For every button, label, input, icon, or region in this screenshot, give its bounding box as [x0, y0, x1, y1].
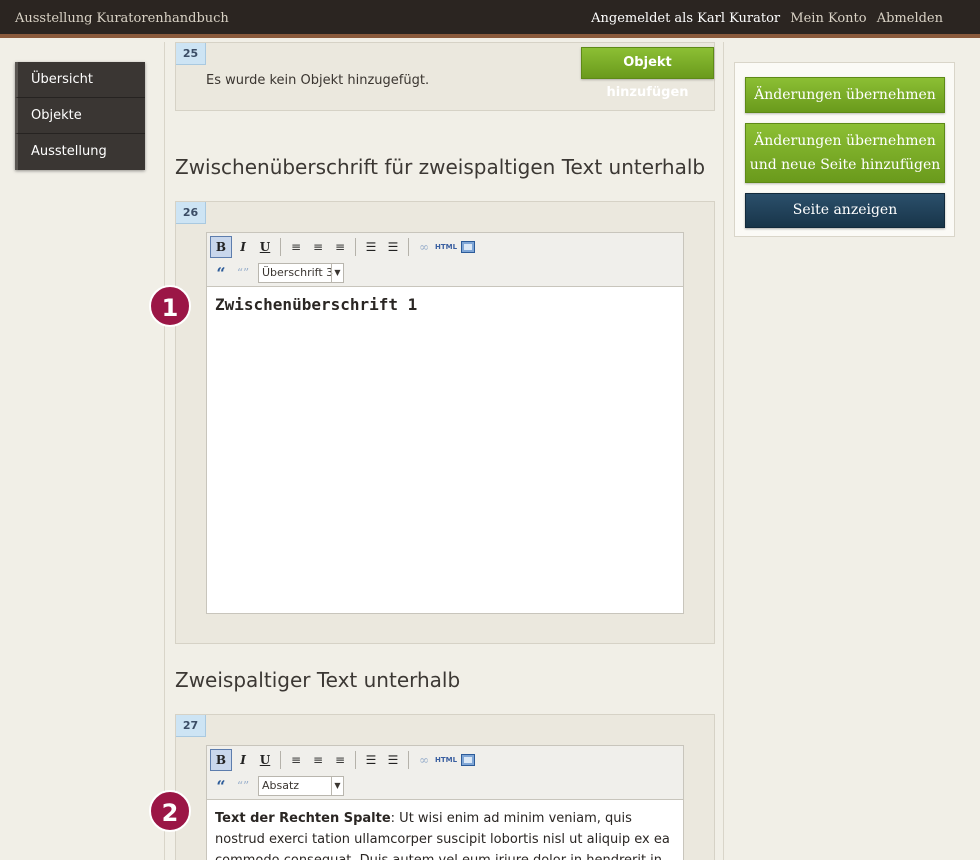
- view-page-button[interactable]: Seite anzeigen: [745, 193, 945, 228]
- editor-heading-text: Zwischenüberschrift 1: [215, 295, 418, 314]
- italic-icon[interactable]: I: [232, 749, 254, 771]
- html-icon[interactable]: HTML: [435, 236, 457, 258]
- unquote-icon[interactable]: “”: [232, 775, 254, 797]
- no-object-message: Es wurde kein Objekt hinzugefügt.: [206, 73, 430, 88]
- toolbar-row: B I U ≡ ≡ ≡ ☰ ☰ ∞ HTML: [210, 236, 479, 258]
- sidebar-item-objects[interactable]: Objekte: [15, 98, 145, 134]
- align-right-icon[interactable]: ≡: [329, 236, 351, 258]
- link-icon[interactable]: ∞: [413, 236, 435, 258]
- unquote-icon[interactable]: “”: [232, 262, 254, 284]
- underline-icon[interactable]: U: [254, 236, 276, 258]
- logout-link[interactable]: Abmelden: [877, 11, 943, 26]
- toolbar-separator: [355, 238, 356, 256]
- toolbar-separator: [408, 238, 409, 256]
- section-heading: Zwischenüberschrift für zweispaltigen Te…: [175, 155, 706, 179]
- numbered-list-icon[interactable]: ☰: [382, 236, 404, 258]
- align-center-icon[interactable]: ≡: [307, 749, 329, 771]
- account-link[interactable]: Mein Konto: [790, 11, 866, 26]
- toolbar-separator: [408, 751, 409, 769]
- button-line: Änderungen übernehmen: [754, 133, 936, 149]
- rich-text-editor[interactable]: B I U ≡ ≡ ≡ ☰ ☰ ∞ HTML “ “” Absatz ▼ Tex…: [206, 745, 684, 860]
- editor-content[interactable]: Text der Rechten Spalte: Ut wisi enim ad…: [207, 800, 683, 860]
- media-icon[interactable]: [457, 236, 479, 258]
- section-heading: Zweispaltiger Text unterhalb: [175, 668, 461, 692]
- block-number-badge: 27: [176, 715, 206, 737]
- editor-toolbar: B I U ≡ ≡ ≡ ☰ ☰ ∞ HTML “ “” Überschrift …: [207, 233, 683, 287]
- blockquote-icon[interactable]: “: [210, 262, 232, 284]
- save-and-add-page-button[interactable]: Änderungen übernehmen und neue Seite hin…: [745, 123, 945, 183]
- align-right-icon[interactable]: ≡: [329, 749, 351, 771]
- media-icon[interactable]: [457, 749, 479, 771]
- bullet-list-icon[interactable]: ☰: [360, 236, 382, 258]
- annotation-marker-1: 1: [149, 285, 191, 327]
- editor-bold-text: Text der Rechten Spalte: [215, 811, 391, 826]
- top-bar: Ausstellung Kuratorenhandbuch Angemeldet…: [0, 0, 980, 38]
- chevron-down-icon: ▼: [331, 264, 343, 282]
- underline-icon[interactable]: U: [254, 749, 276, 771]
- sidebar-item-overview[interactable]: Übersicht: [15, 62, 145, 98]
- blockquote-icon[interactable]: “: [210, 775, 232, 797]
- editor-paragraph: Text der Rechten Spalte: Ut wisi enim ad…: [215, 808, 675, 860]
- rich-text-editor[interactable]: B I U ≡ ≡ ≡ ☰ ☰ ∞ HTML “ “” Überschrift …: [206, 232, 684, 614]
- link-icon[interactable]: ∞: [413, 749, 435, 771]
- format-select-value: Überschrift 3: [262, 266, 334, 279]
- actions-panel: Änderungen übernehmen Änderungen überneh…: [734, 62, 955, 237]
- sidebar-item-exhibition[interactable]: Ausstellung: [15, 134, 145, 170]
- align-left-icon[interactable]: ≡: [285, 236, 307, 258]
- format-select[interactable]: Absatz ▼: [258, 776, 344, 796]
- chevron-down-icon: ▼: [331, 777, 343, 795]
- format-select[interactable]: Überschrift 3 ▼: [258, 263, 344, 283]
- toolbar-separator: [280, 238, 281, 256]
- add-object-button[interactable]: Objekt hinzufügen: [581, 47, 714, 100]
- bold-icon[interactable]: B: [210, 236, 232, 258]
- editor-toolbar: B I U ≡ ≡ ≡ ☰ ☰ ∞ HTML “ “” Absatz ▼: [207, 746, 683, 800]
- format-select-value: Absatz: [262, 779, 300, 792]
- toolbar-row: “ “” Absatz ▼: [210, 775, 344, 797]
- editor-content[interactable]: Zwischenüberschrift 1: [207, 287, 683, 322]
- block-number-badge: 26: [176, 202, 206, 224]
- sidebar-nav: Übersicht Objekte Ausstellung: [15, 62, 145, 170]
- user-area: Angemeldet als Karl Kurator Mein Konto A…: [585, 11, 943, 26]
- toolbar-separator: [280, 751, 281, 769]
- align-center-icon[interactable]: ≡: [307, 236, 329, 258]
- italic-icon[interactable]: I: [232, 236, 254, 258]
- bullet-list-icon[interactable]: ☰: [360, 749, 382, 771]
- align-left-icon[interactable]: ≡: [285, 749, 307, 771]
- numbered-list-icon[interactable]: ☰: [382, 749, 404, 771]
- bold-icon[interactable]: B: [210, 749, 232, 771]
- button-line: und neue Seite hinzufügen: [749, 157, 941, 173]
- annotation-marker-2: 2: [149, 790, 191, 832]
- toolbar-row: B I U ≡ ≡ ≡ ☰ ☰ ∞ HTML: [210, 749, 479, 771]
- html-icon[interactable]: HTML: [435, 749, 457, 771]
- save-changes-button[interactable]: Änderungen übernehmen: [745, 77, 945, 113]
- toolbar-row: “ “” Überschrift 3 ▼: [210, 262, 344, 284]
- block-number-badge: 25: [176, 43, 206, 65]
- site-title[interactable]: Ausstellung Kuratorenhandbuch: [15, 11, 229, 26]
- toolbar-separator: [355, 751, 356, 769]
- logged-in-label: Angemeldet als Karl Kurator: [591, 11, 781, 26]
